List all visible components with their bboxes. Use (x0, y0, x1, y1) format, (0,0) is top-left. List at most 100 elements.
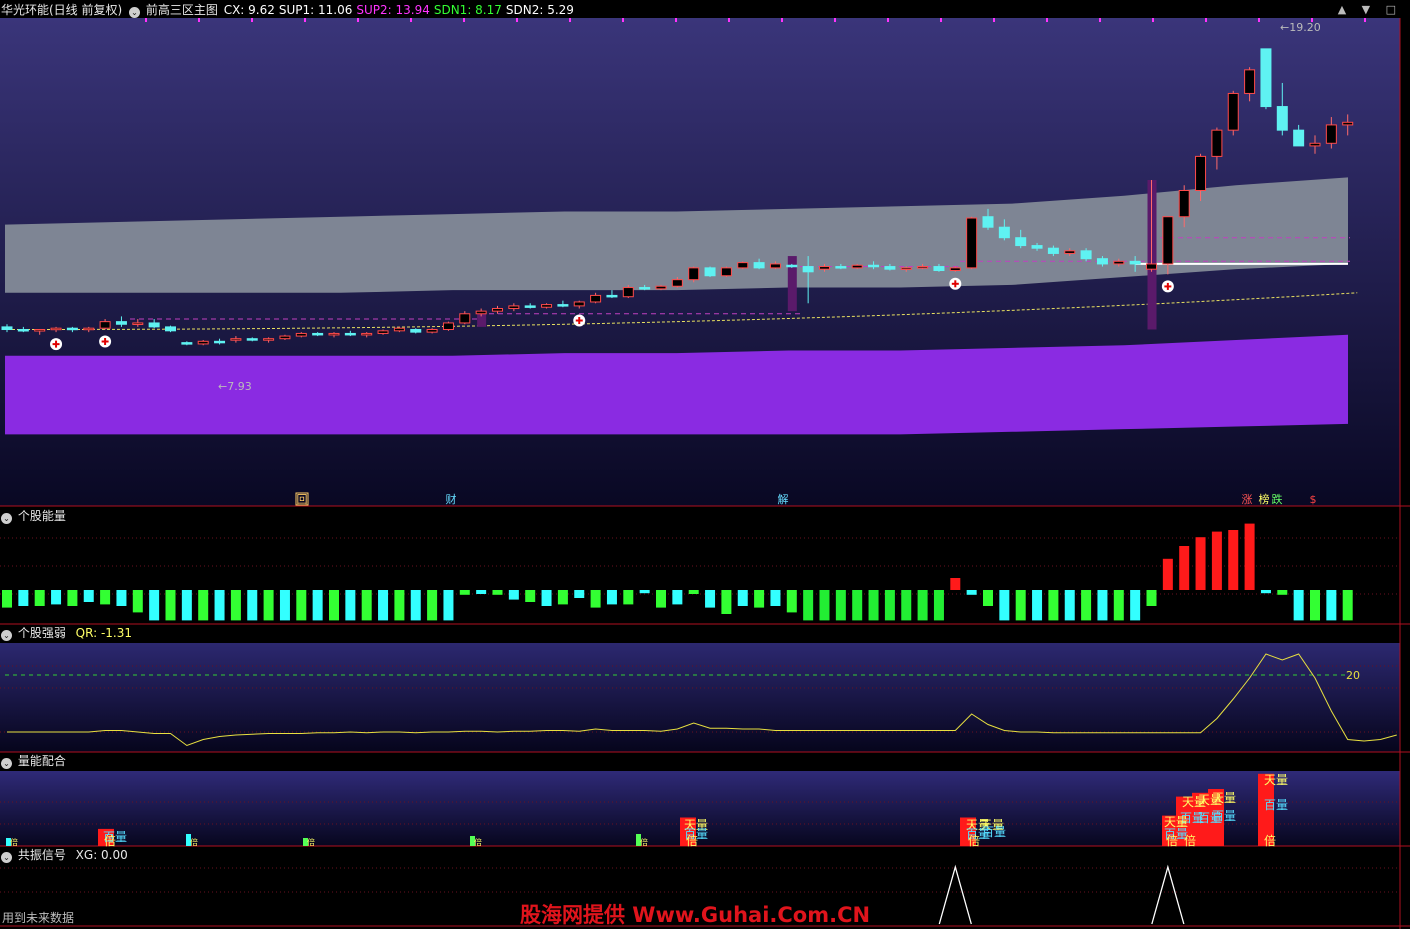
candle-body (1309, 142, 1321, 147)
energy-bar (933, 590, 944, 621)
candle-body (1064, 250, 1076, 254)
energy-bar (721, 590, 732, 614)
candle-body (1227, 92, 1239, 131)
energy-bar (1064, 590, 1075, 621)
top-tick (1046, 18, 1048, 22)
top-tick (993, 18, 995, 22)
candle-body (688, 267, 700, 281)
candle-body (524, 305, 536, 308)
candle-body (1146, 263, 1157, 270)
energy-bar (345, 590, 356, 621)
top-tick (516, 18, 518, 22)
energy-bar (83, 590, 94, 602)
candle-body (720, 267, 732, 277)
energy-bar (51, 590, 62, 605)
energy-bar (1130, 590, 1141, 621)
candle-body (393, 327, 405, 332)
candle-body (1129, 260, 1141, 265)
pane5-header: ⌄ 共振信号 XG: 0.00 (0, 848, 130, 863)
candle-body (410, 329, 422, 333)
energy-bar (786, 590, 797, 613)
pane2-header: ⌄ 个股能量 (0, 509, 68, 524)
indicator-value-sup2: SUP2: 13.94 (356, 3, 430, 17)
watermark: 股海网提供 Www.Guhai.Com.CN (520, 903, 871, 927)
candle-body (34, 329, 46, 332)
chevron-down-icon[interactable]: ⌄ (1, 852, 12, 863)
energy-bar (312, 590, 323, 621)
chevron-down-icon[interactable]: ⌄ (129, 7, 141, 18)
volume-label: 天量 (1264, 773, 1288, 787)
candle-body (933, 266, 945, 271)
event-marker: 回 (297, 493, 308, 506)
energy-bar (950, 578, 961, 590)
candle-body (1195, 155, 1207, 191)
top-tick (410, 18, 412, 22)
candle-body (1096, 258, 1108, 265)
candle-body (606, 294, 618, 298)
candle-body (1178, 189, 1190, 218)
volume-label: 倍 (1166, 833, 1178, 848)
energy-bar (508, 590, 519, 600)
top-tick (357, 18, 359, 22)
energy-bar (868, 590, 879, 621)
candle-body (786, 264, 798, 268)
top-tick (1205, 18, 1207, 22)
energy-bar (983, 590, 993, 606)
pane5-title[interactable]: 共振信号 (18, 848, 66, 862)
energy-bar (443, 590, 454, 621)
energy-bar (427, 590, 438, 621)
energy-bar (361, 590, 372, 621)
energy-bar (1179, 546, 1190, 590)
stock-title[interactable]: 华光环能(日线 前复权) (1, 3, 122, 17)
chevron-down-icon[interactable]: ⌄ (1, 513, 12, 524)
top-tick (463, 18, 465, 22)
chevron-down-icon[interactable]: ⌄ (1, 630, 12, 641)
energy-bar (1162, 558, 1173, 590)
energy-bar (247, 590, 258, 621)
signal-peak (938, 864, 972, 925)
high-price-label: ←19.20 (1280, 21, 1321, 34)
candle-body (1276, 106, 1288, 131)
candle-body (279, 335, 291, 340)
energy-bar (329, 590, 339, 621)
top-tick (887, 18, 889, 22)
candle-body (132, 322, 144, 325)
energy-bar (181, 590, 192, 621)
pane3-title[interactable]: 个股强弱 (18, 626, 66, 640)
top-tick (834, 18, 836, 22)
buy-signal-icon (99, 335, 112, 348)
pane4-title[interactable]: 量能配合 (18, 754, 66, 768)
candle-body (214, 340, 226, 344)
event-marker: 跌 (1272, 492, 1283, 506)
energy-bar (1277, 590, 1288, 595)
candle-body (982, 216, 994, 228)
stock-chart-canvas[interactable]: ←19.20←7.93回财解涨榜跌 $ 20 倍倍倍倍倍天量百量天量天量天量百量百… (0, 0, 1410, 929)
candle-body (1031, 245, 1043, 249)
energy-bar (34, 590, 45, 606)
candle-body (115, 321, 127, 325)
candle-body (66, 327, 78, 331)
top-tick (569, 18, 571, 22)
candle-body (884, 266, 896, 270)
indicator-value-sup1: SUP1: 11.06 (278, 3, 353, 17)
buy-signal-icon (949, 277, 962, 290)
volume-mark-label: 倍 (10, 837, 18, 847)
candle-body (83, 327, 95, 331)
energy-bar (67, 590, 78, 606)
candle-body (573, 301, 585, 307)
window-buttons[interactable]: ▲ ▼ □ (1338, 3, 1402, 16)
level-label: 20 (1346, 669, 1360, 682)
energy-bar (1048, 590, 1059, 621)
indicator-name[interactable]: 前高三区主图 (146, 3, 218, 17)
energy-bar (1342, 590, 1353, 621)
energy-bar (263, 590, 274, 621)
candle-body (900, 267, 912, 270)
pane2-title[interactable]: 个股能量 (18, 509, 66, 523)
candle-body (671, 279, 683, 287)
pane5-readout: XG: 0.00 (75, 848, 128, 862)
energy-bar (230, 590, 241, 621)
candle-body (312, 332, 324, 336)
chevron-down-icon[interactable]: ⌄ (1, 758, 12, 769)
volume-label: 倍 (1264, 833, 1276, 848)
volume-mark-label: 倍 (307, 837, 315, 847)
